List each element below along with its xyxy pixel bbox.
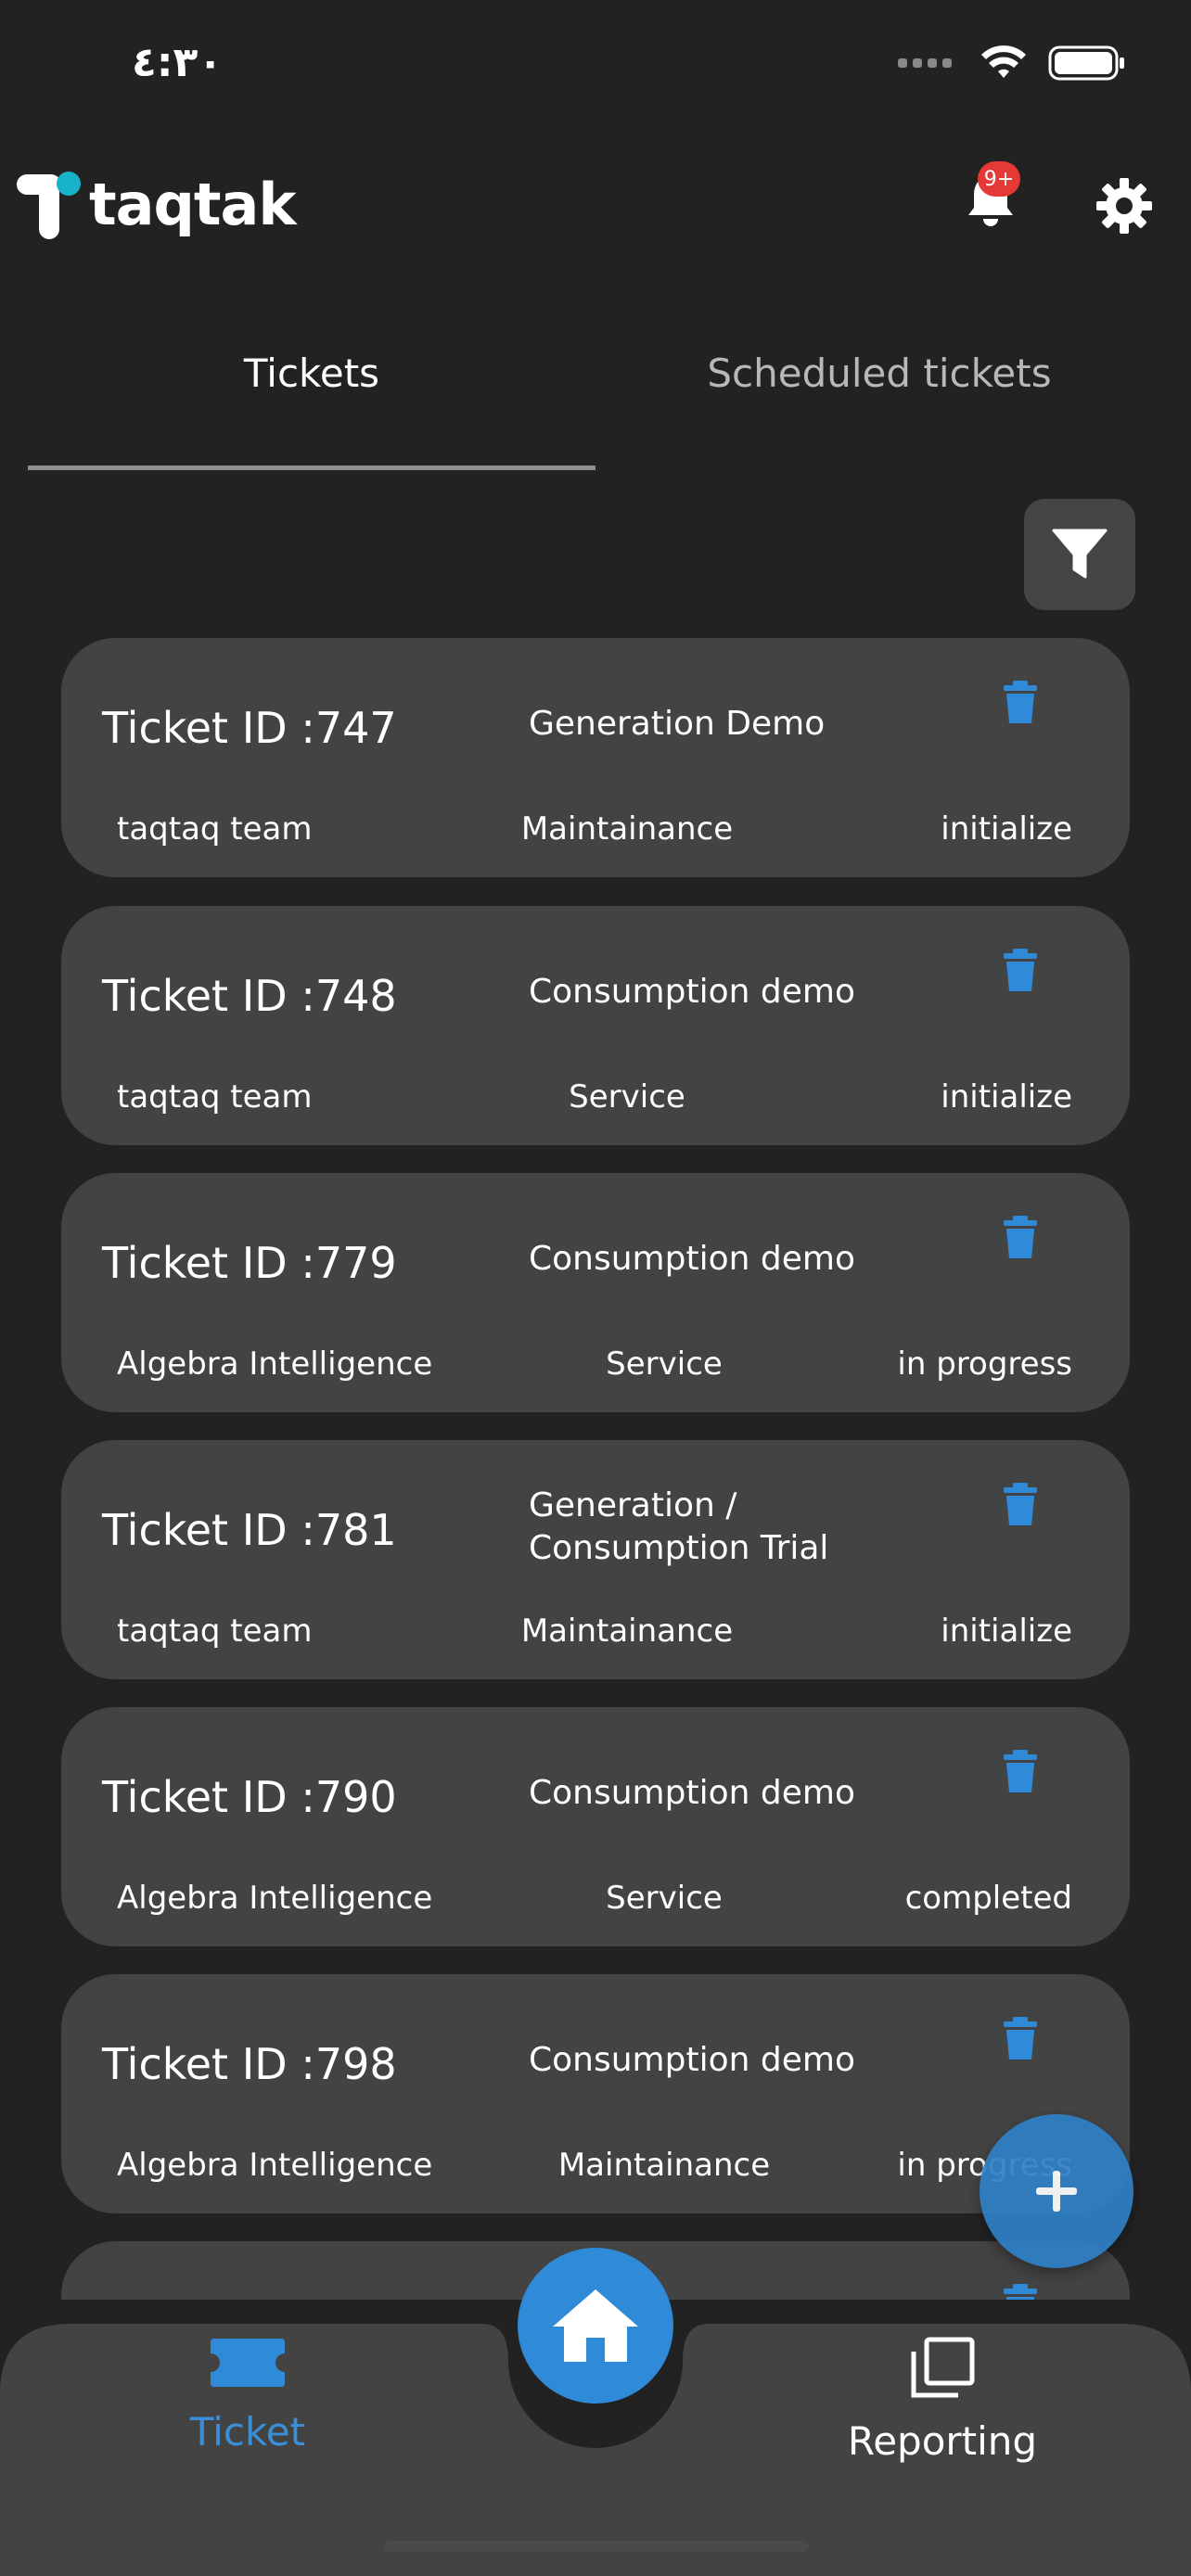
- delete-trash-icon[interactable]: [1002, 1750, 1039, 1794]
- ticket-title: Consumption demo: [529, 973, 855, 1011]
- ticket-type: Service: [569, 1078, 685, 1116]
- nav-reporting[interactable]: Reporting: [831, 2337, 1054, 2464]
- ticket-type: Service: [606, 1345, 723, 1383]
- ticket-status: initialize: [941, 1613, 1072, 1650]
- notification-badge: 9+: [978, 161, 1020, 197]
- plus-icon: [1036, 2171, 1077, 2212]
- ticket-card[interactable]: Ticket ID :748 Consumption demo taqtaq t…: [61, 906, 1130, 1145]
- ticket-title: Consumption demo: [529, 1240, 855, 1278]
- ticket-id: Ticket ID :779: [102, 1238, 397, 1288]
- battery-icon: [1048, 45, 1124, 81]
- ticket-id: Ticket ID :747: [102, 703, 397, 753]
- home-indicator: [384, 2541, 809, 2552]
- filter-button[interactable]: [1024, 499, 1135, 610]
- ticket-team: Algebra Intelligence: [117, 2147, 433, 2184]
- filter-funnel-icon: [1052, 529, 1108, 579]
- ticket-status: completed: [904, 1880, 1072, 1917]
- ticket-id: Ticket ID :798: [102, 2039, 397, 2089]
- ticket-card[interactable]: Ticket ID :790 Consumption demo Algebra …: [61, 1707, 1130, 1946]
- delete-trash-icon[interactable]: [1002, 681, 1039, 725]
- delete-trash-icon[interactable]: [1002, 2017, 1039, 2061]
- ticket-type: Maintainance: [557, 2147, 771, 2184]
- settings-gear-icon[interactable]: [1095, 176, 1154, 236]
- ticket-id: Ticket ID :790: [102, 1772, 397, 1822]
- delete-trash-icon[interactable]: [1002, 949, 1039, 993]
- nav-ticket-label: Ticket: [189, 2409, 306, 2455]
- ticket-type: Maintainance: [520, 1613, 734, 1650]
- ticket-card[interactable]: Ticket ID :798 Consumption demo Algebra …: [61, 1974, 1130, 2213]
- ticket-team: Algebra Intelligence: [117, 1345, 433, 1383]
- add-ticket-button[interactable]: [980, 2114, 1133, 2268]
- tab-tickets[interactable]: Tickets: [28, 351, 596, 396]
- nav-reporting-label: Reporting: [847, 2418, 1038, 2464]
- active-tab-indicator: [28, 465, 596, 470]
- ticket-id: Ticket ID :781: [102, 1505, 397, 1555]
- ticket-status: initialize: [941, 810, 1072, 848]
- status-time: ٤:٣٠: [132, 39, 224, 86]
- ticket-team: Algebra Intelligence: [117, 1880, 433, 1917]
- signal-icon: [898, 58, 952, 68]
- ticket-title: Generation / Consumption Trial: [529, 1486, 829, 1567]
- delete-trash-icon[interactable]: [1002, 1216, 1039, 1260]
- ticket-type: Service: [606, 1880, 723, 1917]
- logo-text: taqtak: [89, 170, 297, 238]
- app-logo: taqtak: [13, 167, 297, 241]
- ticket-team: taqtaq team: [117, 1613, 313, 1650]
- ticket-card[interactable]: Ticket ID :779 Consumption demo Algebra …: [61, 1173, 1130, 1412]
- ticket-list[interactable]: Ticket ID :747 Generation Demo taqtaq te…: [61, 638, 1130, 2300]
- ticket-team: taqtaq team: [117, 810, 313, 848]
- logo-mark-icon: [17, 172, 81, 239]
- ticket-id: Ticket ID :748: [102, 971, 397, 1021]
- home-button[interactable]: [518, 2248, 673, 2404]
- ticket-status: in progress: [897, 1345, 1072, 1383]
- reporting-copy-icon: [911, 2337, 975, 2398]
- nav-ticket[interactable]: Ticket: [148, 2337, 347, 2455]
- ticket-title: Generation Demo: [529, 705, 826, 743]
- delete-trash-icon[interactable]: [1002, 2284, 1039, 2300]
- ticket-icon: [211, 2339, 285, 2387]
- home-icon: [553, 2289, 638, 2362]
- ticket-team: taqtaq team: [117, 1078, 313, 1116]
- ticket-card[interactable]: Ticket ID :781 Generation / Consumption …: [61, 1440, 1130, 1679]
- tab-scheduled-tickets[interactable]: Scheduled tickets: [596, 351, 1163, 396]
- status-icons: [898, 45, 1126, 82]
- ticket-card[interactable]: Ticket ID :747 Generation Demo taqtaq te…: [61, 638, 1130, 877]
- ticket-title: Consumption demo: [529, 2041, 855, 2079]
- wifi-icon: [981, 45, 1026, 78]
- delete-trash-icon[interactable]: [1002, 1483, 1039, 1527]
- ticket-status: initialize: [941, 1078, 1072, 1116]
- ticket-type: Maintainance: [520, 810, 734, 848]
- ticket-title: Consumption demo: [529, 1774, 855, 1812]
